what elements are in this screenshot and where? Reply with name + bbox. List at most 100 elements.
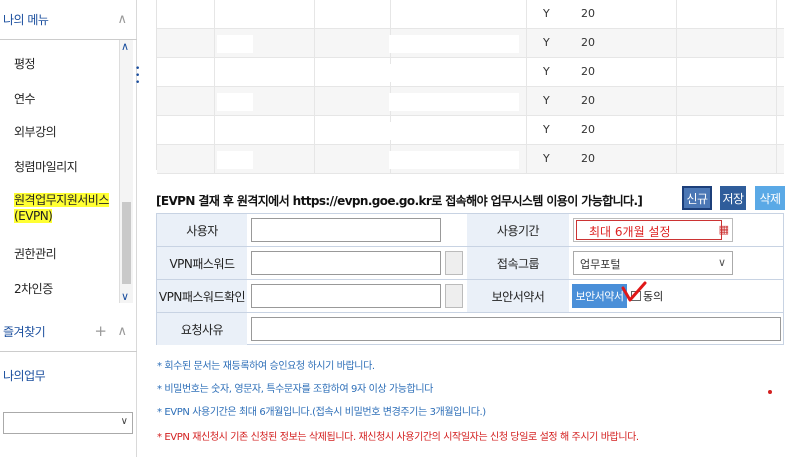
sidebar-item-evpn[interactable]: 원격업무지원서비스(EVPN) bbox=[14, 192, 118, 224]
table-cell bbox=[677, 0, 777, 29]
table-row[interactable]: Y 20 bbox=[157, 58, 784, 87]
my-menu-title: 나의 메뉴 bbox=[3, 13, 49, 27]
save-button[interactable]: 저장 bbox=[720, 186, 746, 210]
note-password-rule: * 비밀번호는 숫자, 영문자, 특수문자를 조합하여 9자 이상 가능합니다 bbox=[157, 384, 433, 395]
row-status: Y bbox=[543, 65, 550, 78]
user-input[interactable] bbox=[251, 218, 441, 242]
redacted-cell bbox=[217, 151, 253, 169]
period-label: 사용기간 bbox=[467, 214, 569, 246]
vpn-password-confirm-keypad-button[interactable] bbox=[445, 284, 463, 308]
notice-text: [EVPN 결재 후 원격지에서 https://evpn.goe.go.kr로… bbox=[156, 194, 643, 208]
form-row-vpn-password-confirm: VPN패스워드확인 보안서약서 보안서약서 동의 bbox=[157, 280, 783, 313]
table-cell bbox=[157, 29, 215, 58]
calendar-icon[interactable]: ▦ bbox=[719, 223, 729, 236]
row-date: 20 bbox=[581, 152, 595, 165]
favorites-title: 즐겨찾기 bbox=[3, 325, 46, 339]
table-cell bbox=[315, 0, 391, 29]
row-status: Y bbox=[543, 36, 550, 49]
period-input[interactable]: 최대 6개월 설정 ▦ bbox=[573, 218, 733, 242]
table-cell bbox=[157, 58, 215, 87]
table-row[interactable]: Y 20 bbox=[157, 116, 784, 145]
table-cell bbox=[157, 0, 215, 29]
table-cell bbox=[677, 145, 777, 174]
vpn-password-input[interactable] bbox=[251, 251, 441, 275]
redacted-cell bbox=[217, 93, 253, 111]
reason-label: 요청사유 bbox=[157, 313, 247, 345]
plus-icon[interactable]: + bbox=[94, 322, 107, 340]
redacted-cell bbox=[389, 35, 519, 53]
chevron-up-icon[interactable]: ∧ bbox=[117, 324, 127, 339]
chevron-down-icon: ∨ bbox=[717, 256, 726, 269]
work-select[interactable]: ∨ bbox=[3, 412, 133, 434]
panel-resize-handle-icon[interactable]: • • • bbox=[135, 65, 140, 88]
scroll-up-icon[interactable]: ∧ bbox=[121, 40, 129, 53]
table-row[interactable]: Y 20 bbox=[157, 29, 784, 58]
row-date: 20 bbox=[581, 7, 595, 20]
delete-button[interactable]: 삭제 bbox=[755, 186, 785, 210]
table-cell bbox=[391, 0, 527, 29]
my-work-title: 나의업무 bbox=[3, 368, 46, 383]
checkmark-annotation-icon bbox=[621, 281, 647, 302]
sidebar-item-permission[interactable]: 권한관리 bbox=[14, 246, 118, 262]
period-overlay-text: 최대 6개월 설정 bbox=[576, 220, 722, 240]
table-cell bbox=[677, 58, 777, 87]
sidebar: 나의 메뉴 ∧ 평정 연수 외부강의 청렴마일리지 원격업무지원서비스(EVPN… bbox=[0, 0, 137, 457]
scroll-thumb[interactable] bbox=[122, 202, 131, 284]
sidebar-item-external-lecture[interactable]: 외부강의 bbox=[14, 124, 118, 140]
redacted-cell bbox=[217, 35, 253, 53]
table-cell bbox=[315, 87, 391, 116]
row-status: Y bbox=[543, 123, 550, 136]
favorites-header[interactable]: 즐겨찾기 + ∧ bbox=[0, 312, 137, 352]
chevron-up-icon[interactable]: ∧ bbox=[117, 12, 127, 27]
table-cell bbox=[157, 116, 215, 145]
sidebar-item-2fa[interactable]: 2차인증 bbox=[14, 281, 118, 297]
table-cell bbox=[315, 145, 391, 174]
row-date: 20 bbox=[581, 94, 595, 107]
page-root: 나의 메뉴 ∧ 평정 연수 외부강의 청렴마일리지 원격업무지원서비스(EVPN… bbox=[0, 0, 800, 457]
my-menu-header[interactable]: 나의 메뉴 ∧ bbox=[0, 0, 137, 40]
group-label: 접속그룹 bbox=[467, 247, 569, 279]
table-row[interactable]: Y 20 bbox=[157, 0, 784, 29]
new-button[interactable]: 신규 bbox=[682, 186, 712, 210]
vpn-password-confirm-label: VPN패스워드확인 bbox=[157, 280, 247, 312]
reason-input[interactable] bbox=[251, 317, 781, 341]
chevron-down-icon: ∨ bbox=[120, 416, 128, 427]
note-reapply-warning: * EVPN 재신청시 기존 신청된 정보는 삭제됩니다. 재신청시 사용기간의… bbox=[157, 432, 639, 443]
table-cell bbox=[677, 116, 777, 145]
security-label: 보안서약서 bbox=[467, 280, 569, 312]
sidebar-item-integrity-mileage[interactable]: 청렴마일리지 bbox=[14, 159, 118, 175]
vpn-password-confirm-input[interactable] bbox=[251, 284, 441, 308]
sidebar-item-training[interactable]: 연수 bbox=[14, 91, 118, 107]
security-pledge-button[interactable]: 보안서약서 bbox=[572, 284, 627, 308]
row-date: 20 bbox=[581, 65, 595, 78]
redacted-cell bbox=[389, 122, 519, 140]
redacted-cell bbox=[389, 93, 519, 111]
scroll-down-icon[interactable]: ∨ bbox=[121, 290, 129, 303]
table-cell bbox=[315, 58, 391, 87]
form-row-user: 사용자 사용기간 최대 6개월 설정 ▦ bbox=[157, 214, 783, 247]
row-date: 20 bbox=[581, 36, 595, 49]
row-status: Y bbox=[543, 94, 550, 107]
sidebar-item-evaluation[interactable]: 평정 bbox=[14, 56, 118, 72]
table-row[interactable]: Y 20 bbox=[157, 87, 784, 116]
row-date: 20 bbox=[581, 123, 595, 136]
table-cell bbox=[157, 145, 215, 174]
form-row-vpn-password: VPN패스워드 접속그룹 업무포털 ∨ bbox=[157, 247, 783, 280]
table-cell bbox=[157, 87, 215, 116]
my-menu-list: 평정 연수 외부강의 청렴마일리지 원격업무지원서비스(EVPN) 권한관리 2… bbox=[0, 44, 118, 304]
group-select[interactable]: 업무포털 ∨ bbox=[573, 251, 733, 275]
note-period: * EVPN 사용기간은 최대 6개월입니다.(접속시 비밀번호 변경주기는 3… bbox=[157, 407, 486, 418]
table-cell bbox=[677, 29, 777, 58]
table-cell bbox=[315, 29, 391, 58]
redacted-cell bbox=[389, 64, 519, 82]
sidebar-scrollbar[interactable]: ∧ ∨ bbox=[119, 40, 133, 303]
evpn-history-table: Y 20 Y 20 Y 20 Y 20 Y 20 Y 20 bbox=[156, 0, 784, 174]
form-row-reason: 요청사유 bbox=[157, 313, 783, 346]
vpn-password-keypad-button[interactable] bbox=[445, 251, 463, 275]
user-label: 사용자 bbox=[157, 214, 247, 246]
my-work-header[interactable]: 나의업무 bbox=[0, 355, 137, 395]
evpn-request-form: 사용자 사용기간 최대 6개월 설정 ▦ VPN패스워드 접속그룹 업무포털 ∨… bbox=[156, 213, 784, 345]
row-status: Y bbox=[543, 7, 550, 20]
redacted-cell bbox=[217, 64, 253, 82]
table-row[interactable]: Y 20 bbox=[157, 145, 784, 174]
